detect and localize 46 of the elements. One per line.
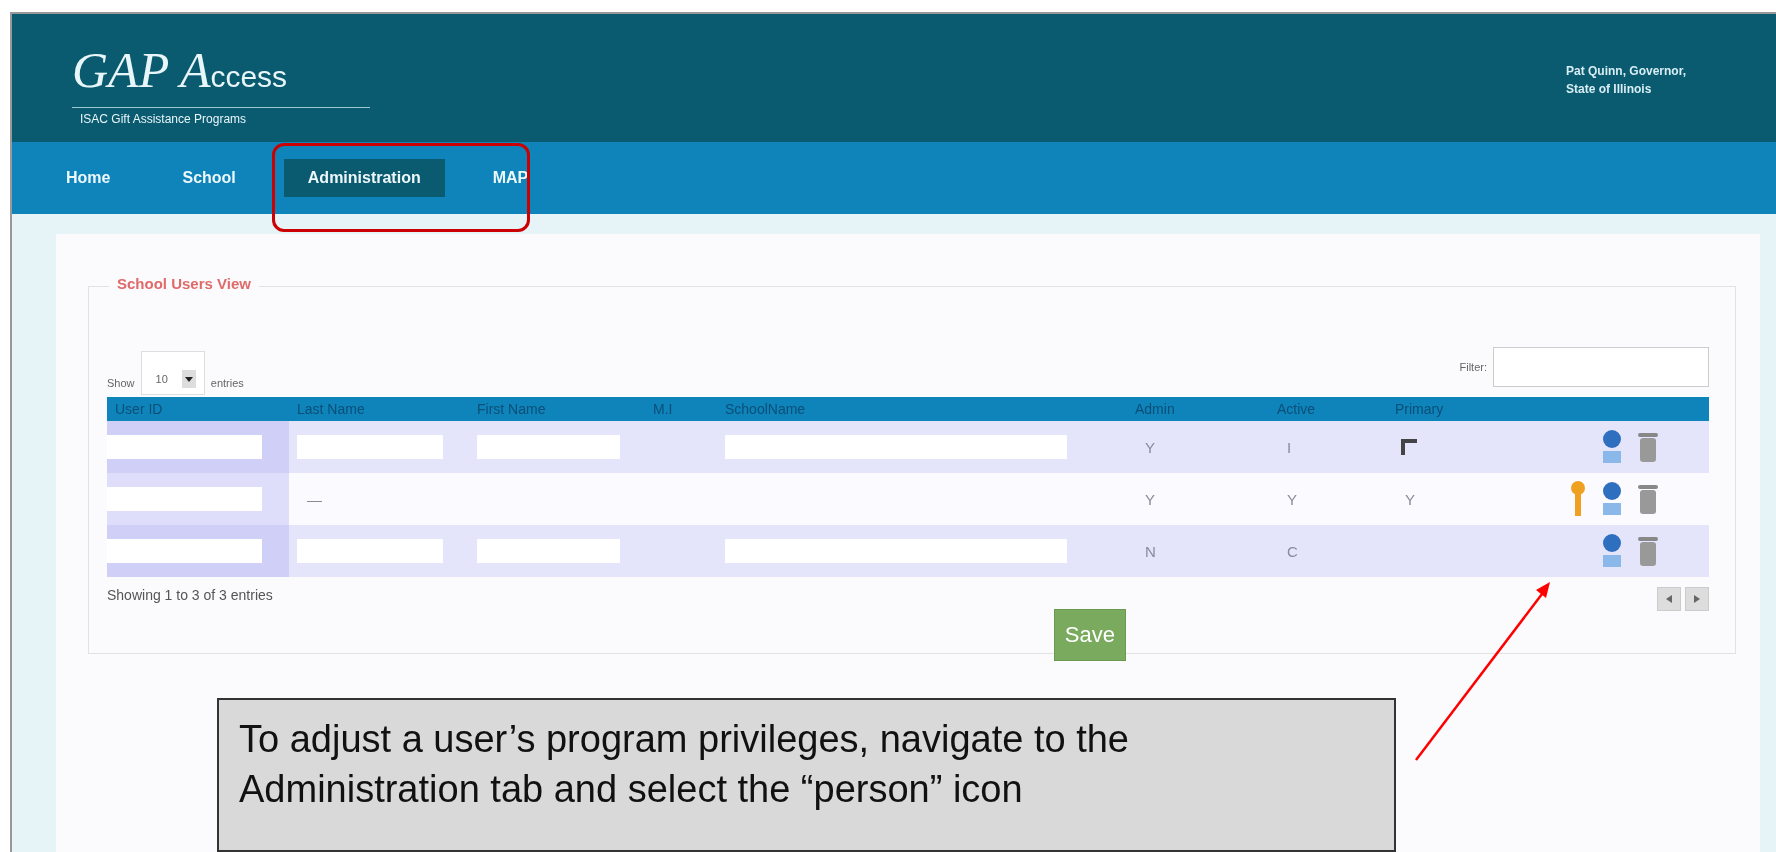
save-button[interactable]: Save [1053, 609, 1126, 661]
section-legend: School Users View [109, 275, 259, 292]
app-logo: GAP Access [72, 44, 289, 100]
caret-icon[interactable] [181, 370, 196, 388]
table-cell-text: Y [1144, 438, 1155, 456]
table-cell-text: — [306, 490, 322, 508]
previous-page-button[interactable] [1657, 587, 1681, 611]
filter-field[interactable] [1493, 347, 1709, 387]
table-cell-text: N [1144, 542, 1156, 560]
column-header[interactable]: User ID [107, 401, 289, 417]
person-icon[interactable] [1601, 429, 1623, 465]
table-cell-text: I [1286, 438, 1292, 456]
page-size-select[interactable]: 10 [140, 351, 205, 395]
column-header[interactable]: SchoolName [717, 401, 1127, 417]
column-header[interactable]: First Name [469, 401, 645, 417]
nav-tab[interactable]: MAP [468, 159, 553, 197]
table-cell-text: Y [1286, 490, 1297, 508]
person-icon[interactable] [1601, 481, 1623, 517]
key-icon[interactable] [1569, 480, 1587, 518]
person-icon[interactable] [1601, 533, 1623, 569]
filter-label: Filter: [1459, 361, 1487, 373]
column-header[interactable]: Last Name [289, 401, 469, 417]
right-arrow-icon [1692, 594, 1702, 604]
show-label: Show [107, 377, 135, 389]
column-header[interactable]: Primary [1387, 401, 1517, 417]
column-header[interactable]: Admin [1127, 401, 1269, 417]
table-info: Showing 1 to 3 of 3 entries [107, 587, 273, 603]
official-name: Pat Quinn, Governor, [1565, 63, 1686, 80]
table-cell-text: Y [1404, 490, 1415, 508]
trash-icon[interactable] [1637, 483, 1659, 515]
column-header[interactable]: Active [1269, 401, 1387, 417]
table-cell-text: C [1286, 542, 1298, 560]
nav-tab[interactable]: School [158, 159, 260, 197]
nav-tab[interactable]: Home [42, 159, 135, 197]
trash-icon[interactable] [1637, 431, 1659, 463]
entries-label: entries [210, 377, 244, 389]
column-header[interactable]: M.I [645, 401, 717, 417]
next-page-button[interactable] [1685, 587, 1709, 611]
nav-tab[interactable]: Administration [283, 159, 445, 197]
checkbox[interactable] [1401, 439, 1417, 455]
official-name: State of Illinois [1565, 81, 1653, 98]
table-cell-text: Y [1144, 490, 1155, 508]
left-arrow-icon [1664, 594, 1674, 604]
annotation-note: To adjust a user’s program privileges, navigate to the Administration tab and select the “person” icon [217, 698, 1396, 852]
logo-subtitle: ISAC Gift Assistance Programs [72, 107, 370, 126]
trash-icon[interactable] [1637, 535, 1659, 567]
